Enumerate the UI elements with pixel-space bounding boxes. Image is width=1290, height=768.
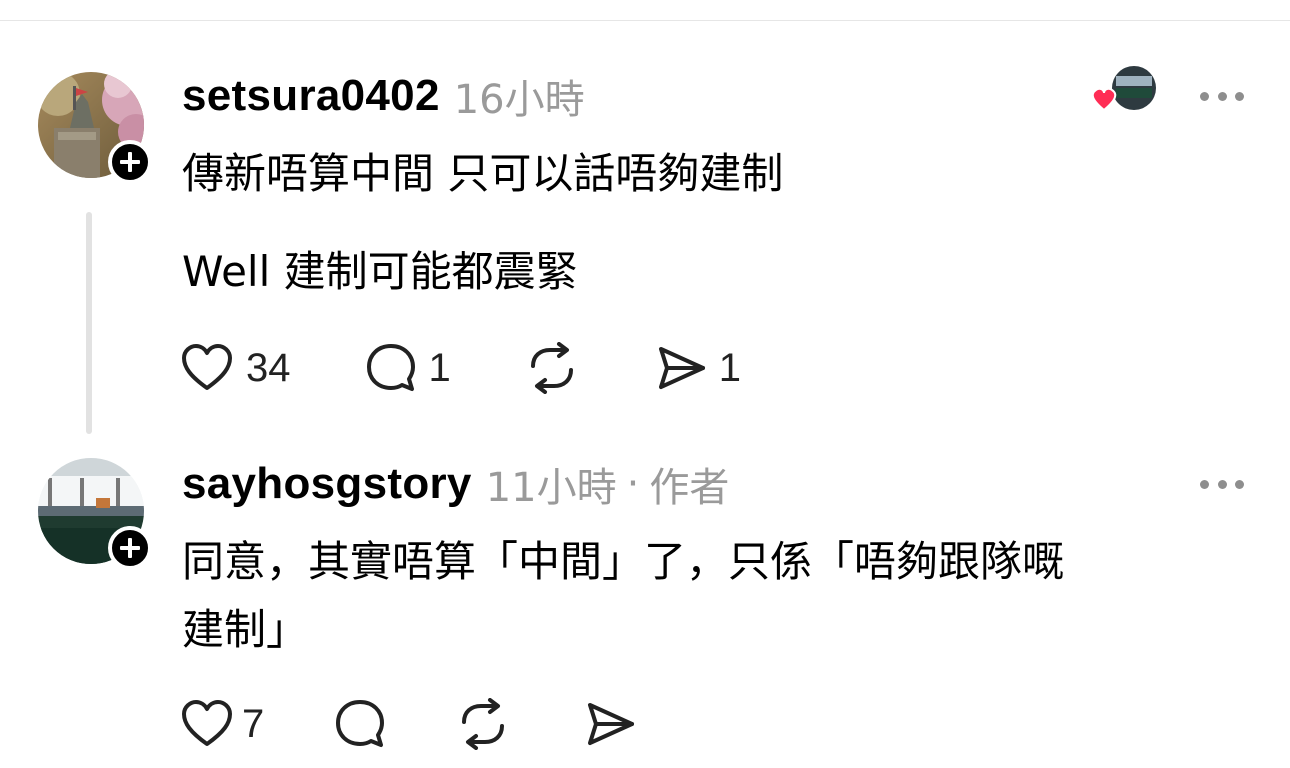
repost-button[interactable] — [525, 342, 579, 394]
post-2-line-1: 同意，其實唔算「中間」了，只係「唔夠跟隊嘅 — [182, 537, 1065, 586]
post-2-line-2: 建制」 — [182, 605, 309, 654]
username[interactable]: sayhosgstory — [182, 459, 472, 509]
post-2-avatar[interactable] — [38, 458, 152, 570]
paper-plane-icon — [588, 703, 635, 745]
post-1-actions: 34 1 1 — [180, 340, 741, 396]
speech-bubble-icon — [366, 344, 415, 391]
heart-outline-icon — [182, 344, 232, 390]
plus-icon — [120, 538, 140, 558]
liker-avatar-heart-icon — [1091, 66, 1156, 112]
like-count: 7 — [242, 701, 265, 746]
author-tag: 作者 — [649, 465, 730, 511]
repost-button[interactable] — [456, 698, 510, 750]
share-button[interactable]: 1 — [655, 343, 741, 393]
post-1-avatar[interactable] — [38, 72, 152, 184]
like-count: 34 — [246, 345, 291, 390]
post-time: 16小時 — [453, 77, 585, 123]
more-dots-icon — [1200, 91, 1209, 101]
more-options-button[interactable] — [1200, 88, 1244, 104]
more-dots-icon — [1200, 479, 1209, 489]
share-button[interactable] — [584, 699, 636, 749]
username[interactable]: setsura0402 — [182, 71, 440, 121]
heart-outline-icon — [182, 700, 232, 746]
reply-button[interactable]: 1 — [365, 342, 451, 394]
more-options-button[interactable] — [1200, 476, 1244, 492]
meta-separator: · — [626, 461, 640, 507]
post-2-actions: 7 — [180, 696, 636, 752]
like-button[interactable]: 34 — [180, 343, 291, 393]
repost-arrows-icon — [462, 698, 505, 750]
top-divider — [0, 20, 1290, 21]
liked-by-author-indicator[interactable] — [1090, 66, 1160, 116]
post-2-header: sayhosgstory 11小時 · 作者 — [182, 456, 729, 512]
speech-bubble-icon — [336, 700, 385, 747]
thread-line — [86, 212, 92, 434]
post-1-line-1: 傳新唔算中間 只可以話唔夠建制 — [182, 149, 784, 198]
repost-arrows-icon — [530, 342, 573, 394]
like-button[interactable]: 7 — [180, 699, 264, 749]
reply-count: 1 — [428, 345, 451, 390]
post-1-line-2: Well 建制可能都震緊 — [182, 247, 578, 296]
post-time: 11小時 — [485, 465, 617, 511]
paper-plane-icon — [658, 347, 705, 389]
post-1-header: setsura0402 16小時 — [182, 68, 585, 124]
follow-button[interactable] — [108, 526, 152, 570]
plus-icon — [120, 152, 140, 172]
share-count: 1 — [718, 345, 741, 390]
follow-button[interactable] — [108, 140, 152, 184]
reply-button[interactable] — [334, 698, 386, 750]
